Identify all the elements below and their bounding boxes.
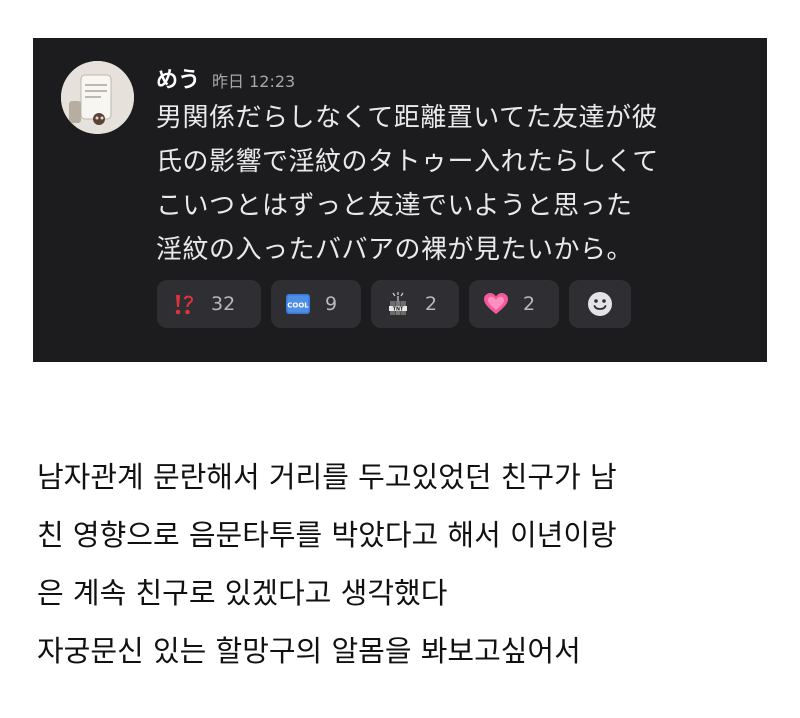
- chat-message-card: めう 昨日 12:23 男関係だらしなくて距離置いてた友達が彼 氏の影響で淫紋の…: [33, 38, 767, 362]
- tnt-icon: TNT: [385, 291, 411, 317]
- message-line: 氏の影響で淫紋のタトゥー入れたらしくて: [156, 147, 659, 177]
- smiley-add-reaction-icon: [587, 291, 613, 317]
- reaction-cool[interactable]: COOL 9: [271, 280, 361, 328]
- growing-heart-icon: [483, 291, 509, 317]
- reaction-count: 2: [523, 293, 536, 315]
- message-line: こいつとはずっと友達でいようと思った: [156, 191, 633, 221]
- message-header: めう 昨日 12:23: [156, 62, 295, 96]
- svg-text:TNT: TNT: [393, 306, 404, 312]
- reaction-tnt[interactable]: TNT 2: [371, 280, 459, 328]
- reaction-count: 2: [425, 293, 438, 315]
- translation-line: 친 영향으로 음문타투를 박았다고 해서 이년이랑: [37, 518, 617, 552]
- reaction-growing-heart[interactable]: 2: [469, 280, 559, 328]
- message-text: 男関係だらしなくて距離置いてた友達が彼 氏の影響で淫紋のタトゥー入れたらしくて …: [156, 96, 756, 272]
- add-reaction-button[interactable]: [569, 280, 631, 328]
- timestamp: 昨日 12:23: [212, 72, 296, 91]
- cool-icon: COOL: [285, 291, 311, 317]
- translation-line: 은 계속 친구로 있겠다고 생각했다: [37, 576, 448, 610]
- message-line: 淫紋の入ったババアの裸が見たいから。: [156, 235, 634, 265]
- reaction-bar: 32 COOL 9 TNT 2 2: [157, 280, 631, 328]
- username[interactable]: めう: [156, 62, 200, 94]
- avatar[interactable]: [61, 61, 134, 134]
- translation-line: 자궁문신 있는 할망구의 알몸을 봐보고싶어서: [37, 634, 581, 668]
- translation-line: 남자관계 문란해서 거리를 두고있었던 친구가 남: [37, 460, 617, 494]
- avatar-image: [61, 61, 134, 134]
- reaction-count: 32: [211, 293, 236, 315]
- reaction-interrobang[interactable]: 32: [157, 280, 261, 328]
- reaction-count: 9: [325, 293, 338, 315]
- interrobang-icon: [171, 291, 197, 317]
- svg-text:COOL: COOL: [287, 302, 309, 310]
- message-line: 男関係だらしなくて距離置いてた友達が彼: [156, 103, 658, 133]
- translation-text: 남자관계 문란해서 거리를 두고있었던 친구가 남 친 영향으로 음문타투를 박…: [37, 448, 777, 680]
